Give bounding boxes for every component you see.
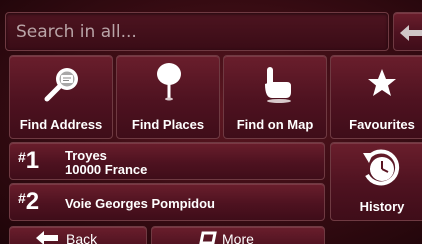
find-address-label: Find Address [19, 117, 103, 132]
find-places-label: Find Places [131, 117, 205, 132]
recent-subtitle-1: 10000 France [65, 162, 148, 177]
more-button[interactable]: More [151, 226, 325, 244]
more-label: More [222, 231, 254, 244]
left-arrow-icon [36, 231, 58, 244]
recent-index-1: #1 [18, 147, 40, 174]
history-clock-icon [363, 149, 400, 186]
find-address-button[interactable]: Find Address [9, 55, 113, 139]
recent-destination-2[interactable]: #2 Voie Georges Pompidou [9, 183, 325, 221]
find-address-icon [44, 68, 78, 102]
back-button[interactable]: Back [9, 226, 147, 244]
map-pin-icon [157, 63, 181, 101]
star-icon [368, 69, 396, 96]
back-label: Back [66, 231, 98, 244]
history-button[interactable]: History [330, 142, 422, 221]
more-icon [199, 231, 217, 244]
backspace-button[interactable] [393, 12, 422, 51]
search-placeholder: Search in all... [16, 22, 137, 42]
pointing-hand-icon [265, 67, 291, 103]
find-places-button[interactable]: Find Places [116, 55, 220, 139]
favourites-button[interactable]: Favourites [330, 55, 422, 139]
recent-title-2: Voie Georges Pompidou [65, 196, 216, 211]
backspace-arrow-icon [400, 25, 422, 41]
favourites-label: Favourites [349, 117, 415, 132]
history-label: History [359, 199, 405, 214]
search-input[interactable]: Search in all... [5, 12, 389, 51]
recent-title-1: Troyes [65, 148, 107, 163]
find-on-map-label: Find on Map [236, 117, 314, 132]
recent-index-2: #2 [18, 188, 40, 215]
find-on-map-button[interactable]: Find on Map [223, 55, 327, 139]
recent-destination-1[interactable]: #1 Troyes 10000 France [9, 142, 325, 180]
